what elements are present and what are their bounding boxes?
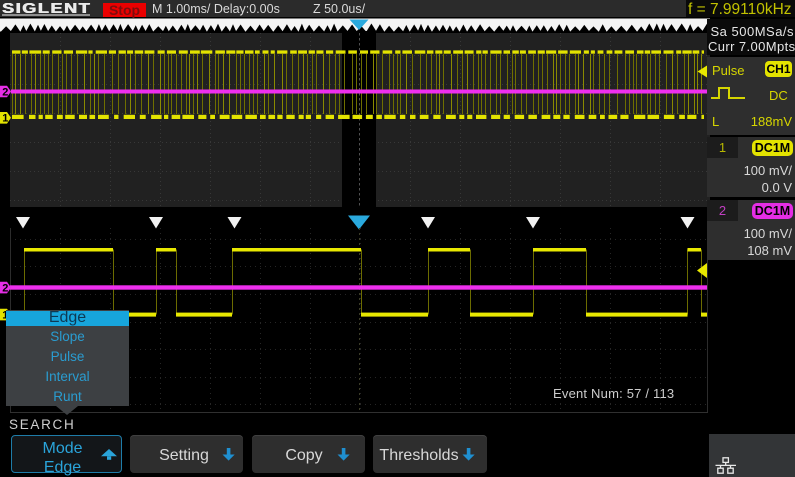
svg-text:2: 2	[2, 86, 8, 98]
svg-text:2: 2	[2, 283, 8, 295]
svg-text:1: 1	[2, 113, 8, 125]
